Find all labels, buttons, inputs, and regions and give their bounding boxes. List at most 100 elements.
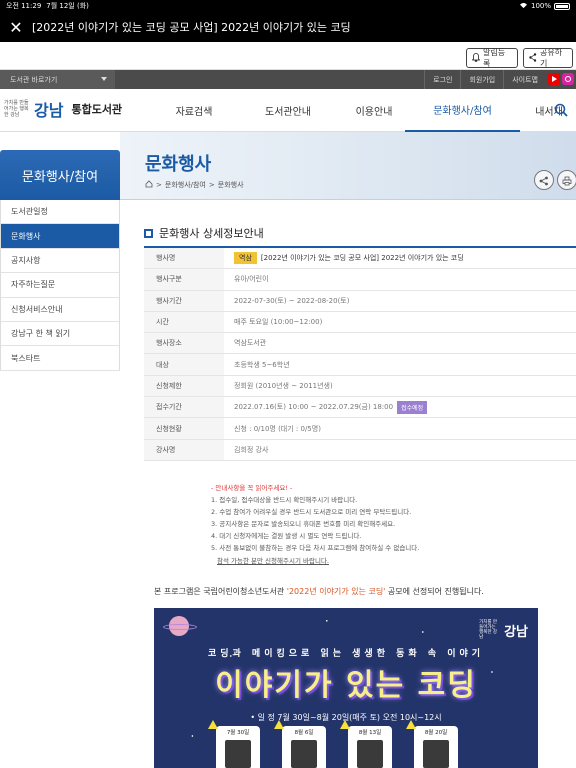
intro-text: 본 프로그램은 국립어린이청소년도서관 <box>154 587 287 596</box>
session-date: 7월 30일 <box>226 730 250 736</box>
page-share-button[interactable] <box>534 170 554 190</box>
nav-search[interactable]: 자료검색 <box>155 89 233 132</box>
battery-percent: 100% <box>530 2 551 10</box>
signup-link[interactable]: 회원가입 <box>460 70 503 89</box>
webview-title: [2022년 이야기가 있는 코딩 공모 사업] 2022년 이야기가 있는 코… <box>32 21 351 34</box>
sidebar: 문화행사/참여 도서관일정 문화행사 공지사항 자주하는질문 신청서비스안내 강… <box>0 150 120 371</box>
print-icon <box>562 171 572 190</box>
row-label: 접수기간 <box>144 397 224 418</box>
section-title: 문화행사 상세정보안내 <box>159 227 264 240</box>
instagram-icon[interactable] <box>562 73 574 85</box>
row-value: 역삼도서관 <box>234 339 267 348</box>
sidebar-item-application-guide[interactable]: 신청서비스안내 <box>1 297 119 322</box>
registration-period: 2022.07.16(토) 10:00 ~ 2022.07.29(금) 18:0… <box>234 403 394 412</box>
logo-library: 통합도서관 <box>71 103 123 116</box>
library-shortcut-select[interactable]: 도서관 바로가기 <box>0 70 115 89</box>
share-label: 공유하기 <box>540 48 563 68</box>
share-icon <box>529 52 537 64</box>
notice-item: 5. 사전 통보없이 불참하는 경우 다음 차시 프로그램에 참여하실 수 없습… <box>211 544 420 553</box>
intro-text-end: 공모에 선정되어 진행됩니다. <box>385 587 484 596</box>
session-card: 8월 20일 <box>406 720 458 768</box>
breadcrumb-item[interactable]: 문화행사/참여 <box>165 180 206 190</box>
nav-library-guide[interactable]: 도서관안내 <box>233 89 343 132</box>
row-value: 초등학생 5~6학년 <box>234 360 290 369</box>
row-value: 김희정 강사 <box>234 445 269 454</box>
action-row: 알림등록 공유하기 <box>0 42 576 70</box>
poster-subtitle: 코딩과 메이킹으로 읽는 생생한 동화 속 이야기 <box>207 649 485 659</box>
site-logo[interactable]: 가치를 만들어가는 행복한 강남 강남 통합도서관 <box>4 97 122 121</box>
event-detail-table: 행사명 역삼 [2022년 이야기가 있는 코딩 공모 사업] 2022년 이야… <box>144 246 576 461</box>
row-value: 2022-07-30(토) ~ 2022-08-20(토) <box>234 296 350 305</box>
sidebar-item-bookstart[interactable]: 북스타트 <box>1 346 119 371</box>
table-row: 신청제한 정회원 (2010년생 ~ 2011년생) <box>144 375 576 398</box>
planet-icon <box>163 616 197 636</box>
alarm-register-button[interactable]: 알림등록 <box>466 48 518 68</box>
utility-links: 로그인 회원가입 사이트맵 <box>424 70 546 89</box>
session-date: 8월 13일 <box>358 730 382 736</box>
intro-highlight: '2022년 이야기가 있는 코딩' <box>286 587 386 596</box>
sitemap-link[interactable]: 사이트맵 <box>503 70 546 89</box>
poster-logo-city: 강남 <box>504 624 528 640</box>
session-card: 8월 6일 <box>274 720 326 768</box>
login-link[interactable]: 로그인 <box>424 70 460 89</box>
page-banner: 문화행사 > 문화행사/참여 > 문화행사 <box>120 132 576 200</box>
table-row: 행사기간 2022-07-30(토) ~ 2022-08-20(토) <box>144 290 576 312</box>
table-row: 시간 매주 토요일 (10:00~12:00) <box>144 311 576 334</box>
sidebar-item-faq[interactable]: 자주하는질문 <box>1 273 119 298</box>
share-button[interactable]: 공유하기 <box>523 48 573 68</box>
row-label: 행사구분 <box>144 269 224 290</box>
notice-link[interactable]: 참석 가능한 분만 신청해주시기 바랍니다. <box>211 555 419 567</box>
section-heading: 문화행사 상세정보안내 <box>144 225 264 241</box>
bell-icon <box>471 52 481 64</box>
status-bar: 오전 11:29 7월 12일 (화) 100% <box>0 0 576 12</box>
row-label: 신청제한 <box>144 375 224 397</box>
status-date: 7월 12일 (화) <box>46 2 89 10</box>
share-icon <box>539 171 549 190</box>
row-label: 신청현황 <box>144 418 224 439</box>
row-label: 대상 <box>144 354 224 375</box>
table-row: 신청현황 신청 : 0/10명 (대기 : 0/5명) <box>144 418 576 440</box>
notice-item: 3. 공지사항은 문자로 발송되오니 휴대폰 번호를 미리 확인해주세요. <box>211 520 396 529</box>
home-icon[interactable] <box>145 180 153 190</box>
row-label: 행사명 <box>144 248 224 269</box>
sidebar-item-notices[interactable]: 공지사항 <box>1 248 119 274</box>
alarm-register-label: 알림등록 <box>483 48 506 68</box>
table-row: 대상 초등학생 5~6학년 <box>144 354 576 376</box>
search-icon[interactable] <box>554 102 568 117</box>
poster-logo-slogan: 가치를 만들어가는 행복한 강남 <box>479 620 498 640</box>
row-label: 시간 <box>144 311 224 333</box>
nav-usage-guide[interactable]: 이용안내 <box>343 89 405 132</box>
library-shortcut-label: 도서관 바로가기 <box>10 75 58 84</box>
breadcrumb: > 문화행사/참여 > 문화행사 <box>145 180 244 190</box>
notice-item: 4. 대기 신청자에게는 결원 발생 시 별도 연락 드립니다. <box>211 532 362 541</box>
table-row: 강사명 김희정 강사 <box>144 439 576 461</box>
row-label: 행사기간 <box>144 290 224 311</box>
session-card: 8월 13일 <box>340 720 392 768</box>
row-value: 신청 : 0/10명 (대기 : 0/5명) <box>234 424 321 433</box>
nav-culture-events[interactable]: 문화행사/참여 <box>405 89 520 132</box>
youtube-icon[interactable] <box>548 73 560 85</box>
square-bullet-icon <box>144 228 153 238</box>
utility-bar: 도서관 바로가기 로그인 회원가입 사이트맵 <box>0 70 576 89</box>
site-header: 가치를 만들어가는 행복한 강남 강남 통합도서관 자료검색 도서관안내 이용안… <box>0 89 576 132</box>
table-row: 행사구분 유아/어린이 <box>144 269 576 291</box>
row-value: 역삼 [2022년 이야기가 있는 코딩 공모 사업] 2022년 이야기가 있… <box>224 248 576 268</box>
sidebar-item-events[interactable]: 문화행사 <box>1 224 119 249</box>
print-button[interactable] <box>557 170 576 190</box>
wifi-icon <box>519 2 528 11</box>
sidebar-item-one-book[interactable]: 강남구 한 책 읽기 <box>1 321 119 347</box>
table-row: 접수기간 2022.07.16(토) 10:00 ~ 2022.07.29(금)… <box>144 397 576 419</box>
notice-box: - 안내사항을 꼭 읽어주세요! - 1. 접수일, 접수대상을 반드시 확인해… <box>211 482 419 567</box>
branch-badge: 역삼 <box>234 252 257 265</box>
webview-title-bar: ✕ [2022년 이야기가 있는 코딩 공모 사업] 2022년 이야기가 있는… <box>0 12 576 42</box>
status-badge: 접수예정 <box>397 400 428 414</box>
sidebar-item-schedule[interactable]: 도서관일정 <box>1 200 119 225</box>
status-time: 오전 11:29 <box>6 2 42 10</box>
chevron-down-icon <box>101 77 107 81</box>
close-icon[interactable]: ✕ <box>0 18 32 37</box>
row-value: 유아/어린이 <box>234 275 269 284</box>
notice-heading: - 안내사항을 꼭 읽어주세요! - <box>211 484 293 492</box>
logo-slogan: 가치를 만들어가는 행복한 강남 <box>4 100 29 118</box>
table-row: 행사장소 역삼도서관 <box>144 333 576 355</box>
row-value: 2022.07.16(토) 10:00 ~ 2022.07.29(금) 18:0… <box>224 397 576 417</box>
